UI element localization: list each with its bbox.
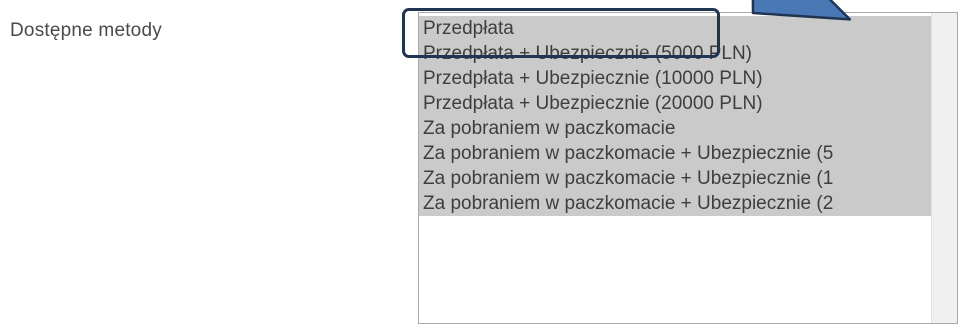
options-list: Przedpłata Przedpłata + Ubezpiecznie (50…: [419, 13, 931, 291]
option-cod-parcel-locker-insurance-5[interactable]: Za pobraniem w paczkomacie + Ubezpieczni…: [419, 141, 931, 166]
option-prepayment[interactable]: Przedpłata: [419, 16, 931, 41]
option-prepayment-insurance-10000[interactable]: Przedpłata + Ubezpiecznie (10000 PLN): [419, 66, 931, 91]
options-empty-area: [419, 216, 931, 291]
methods-multiselect[interactable]: Przedpłata Przedpłata + Ubezpiecznie (50…: [418, 12, 958, 324]
option-prepayment-insurance-5000[interactable]: Przedpłata + Ubezpiecznie (5000 PLN): [419, 41, 931, 66]
option-cod-parcel-locker-insurance-2[interactable]: Za pobraniem w paczkomacie + Ubezpieczni…: [419, 191, 931, 216]
form-row: Dostępne metody Przedpłata Przedpłata + …: [0, 0, 976, 334]
option-prepayment-insurance-20000[interactable]: Przedpłata + Ubezpiecznie (20000 PLN): [419, 91, 931, 116]
multiselect-scrollbar[interactable]: [931, 13, 957, 323]
option-cod-parcel-locker[interactable]: Za pobraniem w paczkomacie: [419, 116, 931, 141]
option-cod-parcel-locker-insurance-1[interactable]: Za pobraniem w paczkomacie + Ubezpieczni…: [419, 166, 931, 191]
available-methods-label: Dostępne metody: [10, 20, 162, 41]
